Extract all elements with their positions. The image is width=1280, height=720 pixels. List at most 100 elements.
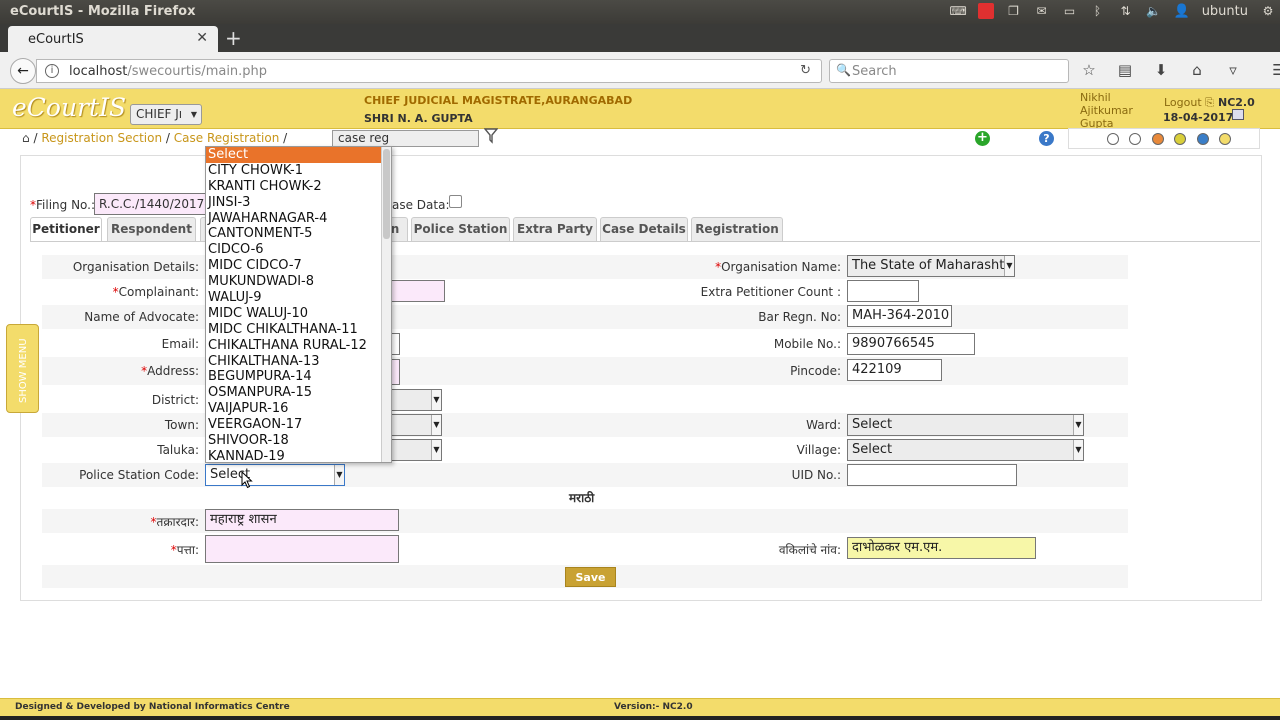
dropdown-option[interactable]: CHIKALTHANA-13 [206,354,391,370]
scrollbar-thumb[interactable] [383,149,390,239]
info-icon[interactable]: i [45,64,59,78]
mail-icon[interactable]: ✉ [1034,4,1050,18]
org-name-select[interactable]: The State of Maharashtr ▼ [847,255,1015,277]
village-select[interactable]: Select ▼ [847,439,1084,461]
logout-link[interactable]: Logout ⎘ [1164,96,1214,110]
extra-petitioner-input[interactable] [847,280,919,302]
url-bar[interactable]: i localhost/swecourtis/main.php ↻ [36,59,822,83]
dropdown-option[interactable]: MUKUNDWADI-8 [206,274,391,290]
town-select[interactable]: ▼ [390,414,442,436]
home-icon[interactable]: ⌂ [22,131,30,145]
tab-police-station[interactable]: Police Station [411,217,510,241]
download-icon[interactable]: ⬇ [1150,61,1172,81]
battery-icon[interactable]: ▭ [1062,4,1078,18]
marathi-advocate-input[interactable]: दाभोळकर एम.एम. [847,537,1036,559]
dropdown-option[interactable]: VEERGAON-17 [206,417,391,433]
theme-dot[interactable] [1129,133,1141,145]
new-tab-icon[interactable]: + [225,26,242,50]
dropdown-scrollbar[interactable] [381,147,391,462]
reload-icon[interactable]: ↻ [800,63,811,78]
filter-icon[interactable] [484,128,498,144]
dropdown-option[interactable]: JAWAHARNAGAR-4 [206,211,391,227]
uid-label: UID No.: [791,468,841,482]
tab-case-details[interactable]: Case Details [600,217,688,241]
court-select[interactable]: CHIEF Jı ▼ [130,104,202,125]
district-select[interactable]: ▼ [390,389,442,411]
bar-regn-input[interactable]: MAH-364-2010 [847,305,952,327]
pocket-icon[interactable]: ▿ [1222,61,1244,81]
close-tab-icon[interactable]: ✕ [196,30,208,46]
tab-petitioner[interactable]: Petitioner [30,217,102,241]
browser-tab[interactable]: eCourtIS ✕ [8,26,218,52]
dropdown-option[interactable]: WALUJ-9 [206,290,391,306]
reading-list-icon[interactable]: ▤ [1114,61,1136,81]
case-data-checkbox[interactable] [449,195,462,208]
theme-dot[interactable] [1107,133,1119,145]
back-arrow-icon[interactable]: ← [10,58,36,84]
dropdown-option[interactable]: SHIVOOR-18 [206,433,391,449]
mobile-input[interactable]: 9890766545 [847,333,975,355]
theme-dot[interactable] [1152,133,1164,145]
org-name-label: *Organisation Name: [715,260,841,274]
dropdown-option[interactable]: CANTONMENT-5 [206,226,391,242]
dropdown-option[interactable]: CIDCO-6 [206,242,391,258]
volume-icon[interactable]: 🔈 [1146,4,1162,18]
dropdown-option[interactable]: MIDC CHIKALTHANA-11 [206,322,391,338]
address-label: *Address: [141,364,199,378]
bookmark-star-icon[interactable]: ☆ [1078,61,1100,81]
help-icon[interactable]: ? [1039,131,1054,146]
dropdown-option[interactable]: CITY CHOWK-1 [206,163,391,179]
complainant-input[interactable] [390,280,445,302]
bluetooth-icon[interactable]: ᛒ [1090,4,1106,18]
dropdown-option[interactable]: MIDC CIDCO-7 [206,258,391,274]
show-menu-button[interactable]: SHOW MENU [6,324,39,413]
os-user[interactable]: ubuntu [1202,4,1248,19]
theme-selector [1068,128,1260,149]
calendar-icon[interactable] [1232,109,1244,120]
save-button[interactable]: Save [565,567,616,587]
network-icon[interactable]: ⇅ [1118,4,1134,18]
marathi-complainant-input[interactable]: महाराष्ट्र शासन [205,509,399,531]
settings-icon[interactable]: ⚙ [1260,4,1276,18]
dropdown-option[interactable]: JINSI-3 [206,195,391,211]
tab-respondent[interactable]: Respondent [107,217,196,241]
dropdown-option[interactable]: KANNAD-19 [206,449,391,462]
court-name: CHIEF JUDICIAL MAGISTRATE,AURANGABAD [364,94,633,107]
dropdown-option[interactable]: CHIKALTHANA RURAL-12 [206,338,391,354]
browser-search-input[interactable]: 🔍 Search [829,59,1069,83]
taluka-select[interactable]: ▼ [390,439,442,461]
header-version: NC2.0 [1218,96,1255,109]
add-icon[interactable]: + [975,131,990,146]
home-icon[interactable]: ⌂ [1186,61,1208,81]
theme-dot[interactable] [1197,133,1209,145]
menu-icon[interactable]: ☰ [1268,61,1280,81]
pincode-input[interactable]: 422109 [847,359,942,381]
breadcrumb-registration-section[interactable]: Registration Section [41,131,162,145]
clipboard-icon[interactable]: ❐ [1006,4,1022,18]
keyboard-icon[interactable]: ⌨ [950,4,967,18]
tab-extra-party[interactable]: Extra Party [513,217,597,241]
notification-icon[interactable] [977,3,994,19]
dropdown-option[interactable]: OSMANPURA-15 [206,385,391,401]
police-station-dropdown[interactable]: Select CITY CHOWK-1 KRANTI CHOWK-2 JINSI-3 J… [205,146,392,463]
ps-code-select[interactable]: Select ▼ [205,464,345,486]
dropdown-option[interactable]: VAIJAPUR-16 [206,401,391,417]
dropdown-option[interactable]: BEGUMPURA-14 [206,369,391,385]
marathi-address-input[interactable] [205,535,399,563]
filing-no-input[interactable]: R.C.C./1440/2017 [94,193,214,215]
bottom-strip [0,716,1280,720]
menu-search-input[interactable]: case reg [332,130,479,147]
dropdown-option[interactable]: MIDC WALUJ-10 [206,306,391,322]
breadcrumb-case-registration[interactable]: Case Registration [174,131,280,145]
theme-dot[interactable] [1219,133,1231,145]
extra-petitioner-label: Extra Petitioner Count : [700,285,841,299]
ward-select[interactable]: Select ▼ [847,414,1084,436]
app-logo: eCourtIS [12,93,127,122]
tab-registration[interactable]: Registration [691,217,783,241]
chevron-down-icon: ▼ [1073,415,1083,435]
dropdown-option[interactable]: KRANTI CHOWK-2 [206,179,391,195]
theme-dot[interactable] [1174,133,1186,145]
uid-input[interactable] [847,464,1017,486]
dropdown-option[interactable]: Select [206,147,391,163]
app-header: eCourtIS CHIEF Jı ▼ CHIEF JUDICIAL MAGIST… [0,89,1280,130]
